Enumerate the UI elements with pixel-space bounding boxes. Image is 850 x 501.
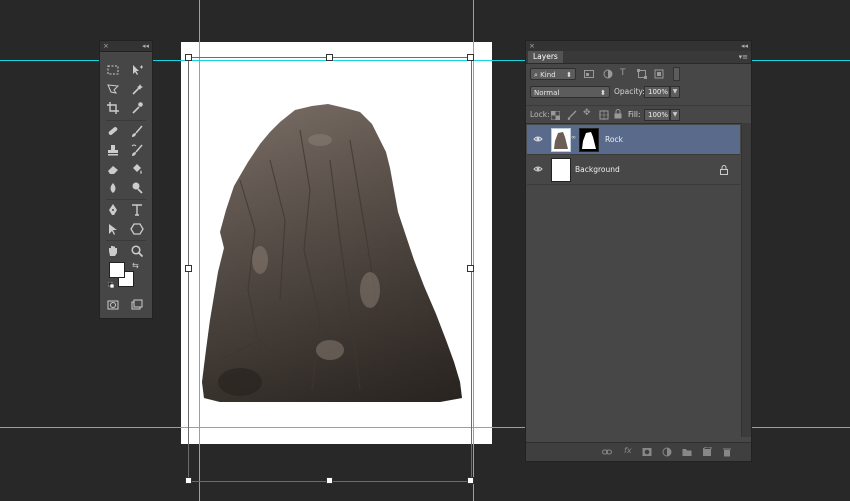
lasso-icon[interactable] bbox=[104, 80, 122, 98]
filter-pixel-icon[interactable] bbox=[584, 70, 594, 78]
adjustment-layer-icon[interactable] bbox=[662, 447, 672, 457]
add-mask-icon[interactable] bbox=[642, 447, 652, 457]
opacity-dropdown-button[interactable]: ▼ bbox=[670, 86, 680, 98]
visibility-eye-icon[interactable] bbox=[533, 134, 543, 144]
lock-image-icon[interactable] bbox=[567, 110, 577, 120]
dodge-icon[interactable] bbox=[128, 179, 146, 197]
zoom-icon[interactable] bbox=[128, 242, 146, 260]
fill-input[interactable]: 100% bbox=[644, 109, 670, 121]
eyedropper-icon[interactable] bbox=[128, 99, 146, 117]
divider bbox=[106, 199, 146, 200]
filter-kind-label: Kind bbox=[540, 71, 556, 79]
visibility-eye-icon[interactable] bbox=[533, 164, 543, 174]
collapse-icon[interactable]: ◂◂ bbox=[142, 41, 149, 51]
layers-footer: fx bbox=[526, 442, 751, 461]
eraser-icon[interactable] bbox=[104, 160, 122, 178]
blend-mode-value: Normal bbox=[534, 89, 560, 97]
collapse-icon[interactable]: ◂◂ bbox=[741, 41, 748, 51]
foreground-color-swatch[interactable] bbox=[109, 262, 125, 278]
filter-type-icon[interactable]: T bbox=[620, 68, 626, 78]
divider bbox=[106, 240, 146, 241]
transform-handle[interactable] bbox=[185, 477, 192, 484]
magic-wand-icon[interactable] bbox=[128, 80, 146, 98]
opacity-input[interactable]: 100% bbox=[644, 86, 670, 98]
brush-icon[interactable] bbox=[128, 122, 146, 140]
layer-filter-row: ⌕ Kind ⬍ T bbox=[526, 65, 751, 83]
lock-fill-row: Lock: ✥ Fill: 100% ▼ bbox=[526, 105, 751, 124]
layer-thumbnail[interactable] bbox=[551, 158, 571, 182]
hand-icon[interactable] bbox=[104, 242, 122, 260]
lock-transparent-icon[interactable] bbox=[551, 111, 560, 120]
crop-icon[interactable] bbox=[104, 99, 122, 117]
screen-mode-icon[interactable] bbox=[128, 296, 146, 314]
filter-shape-icon[interactable] bbox=[637, 69, 647, 79]
layers-tab-bar: Layers ▾≡ bbox=[526, 51, 751, 64]
panel-menu-icon[interactable]: ▾≡ bbox=[739, 51, 748, 63]
layer-row-rock[interactable]: ∞ Rock bbox=[527, 125, 740, 155]
move-icon[interactable] bbox=[128, 61, 146, 79]
layers-scrollbar[interactable] bbox=[741, 123, 751, 437]
transform-handle[interactable] bbox=[467, 477, 474, 484]
tools-panel: × ◂◂ ⇆ bbox=[99, 40, 153, 319]
lock-icon[interactable] bbox=[720, 165, 728, 175]
type-icon[interactable] bbox=[128, 201, 146, 219]
chevron-updown-icon: ⬍ bbox=[600, 89, 606, 97]
blur-icon[interactable] bbox=[104, 179, 122, 197]
blend-opacity-row: Normal ⬍ Opacity: 100% ▼ bbox=[526, 85, 751, 101]
layers-panel: × ◂◂ Layers ▾≡ ⌕ Kind ⬍ T Normal ⬍ Opacity… bbox=[525, 40, 752, 462]
fill-dropdown-button[interactable]: ▼ bbox=[670, 109, 680, 121]
divider bbox=[106, 120, 146, 121]
layer-thumbnail[interactable] bbox=[551, 128, 571, 152]
transform-handle[interactable] bbox=[467, 265, 474, 272]
fx-icon[interactable]: fx bbox=[624, 446, 632, 455]
tools-panel-header[interactable]: × ◂◂ bbox=[100, 41, 152, 52]
lock-label: Lock: bbox=[530, 110, 550, 119]
layer-name[interactable]: Rock bbox=[605, 125, 623, 154]
new-layer-icon[interactable] bbox=[702, 447, 712, 457]
path-select-icon[interactable] bbox=[104, 220, 122, 238]
close-icon[interactable]: × bbox=[529, 41, 535, 51]
folder-icon[interactable] bbox=[682, 447, 692, 457]
filter-adjustment-icon[interactable] bbox=[603, 69, 613, 79]
lock-artboard-icon[interactable] bbox=[599, 110, 609, 120]
guide-vertical[interactable] bbox=[473, 0, 474, 501]
quick-mask-icon[interactable] bbox=[104, 296, 122, 314]
close-icon[interactable]: × bbox=[103, 41, 109, 51]
chevron-updown-icon: ⬍ bbox=[566, 71, 572, 79]
default-colors-icon[interactable] bbox=[107, 281, 115, 289]
paint-bucket-icon[interactable] bbox=[128, 160, 146, 178]
filter-kind-select[interactable]: ⌕ Kind ⬍ bbox=[530, 68, 576, 80]
transform-handle[interactable] bbox=[185, 265, 192, 272]
layers-panel-header[interactable]: × ◂◂ bbox=[526, 41, 751, 51]
fill-label: Fill: bbox=[628, 110, 641, 119]
transform-handle[interactable] bbox=[326, 54, 333, 61]
transform-handle[interactable] bbox=[185, 54, 192, 61]
rect-marquee-icon[interactable] bbox=[104, 61, 122, 79]
lock-position-icon[interactable]: ✥ bbox=[583, 108, 591, 118]
blend-mode-select[interactable]: Normal ⬍ bbox=[530, 86, 610, 98]
transform-handle[interactable] bbox=[467, 54, 474, 61]
filter-smart-object-icon[interactable] bbox=[654, 69, 664, 79]
opacity-label: Opacity: bbox=[614, 87, 645, 96]
history-brush-icon[interactable] bbox=[128, 141, 146, 159]
clone-stamp-icon[interactable] bbox=[104, 141, 122, 159]
link-layers-icon[interactable] bbox=[602, 447, 612, 457]
transform-handle[interactable] bbox=[326, 477, 333, 484]
layer-mask-thumbnail[interactable] bbox=[579, 128, 599, 152]
transform-bounding-box[interactable] bbox=[188, 57, 472, 482]
layer-name[interactable]: Background bbox=[575, 155, 620, 184]
layer-row-background[interactable]: Background bbox=[527, 155, 740, 185]
layer-list: ∞ Rock Background bbox=[526, 123, 741, 444]
filter-toggle[interactable] bbox=[673, 67, 680, 81]
swap-colors-icon[interactable]: ⇆ bbox=[132, 261, 139, 270]
link-icon[interactable]: ∞ bbox=[571, 134, 576, 141]
shape-icon[interactable] bbox=[128, 220, 146, 238]
lock-all-icon[interactable] bbox=[614, 109, 622, 119]
trash-icon[interactable] bbox=[722, 447, 732, 457]
healing-brush-icon[interactable] bbox=[104, 122, 122, 140]
tab-layers[interactable]: Layers bbox=[528, 51, 563, 63]
pen-icon[interactable] bbox=[104, 201, 122, 219]
